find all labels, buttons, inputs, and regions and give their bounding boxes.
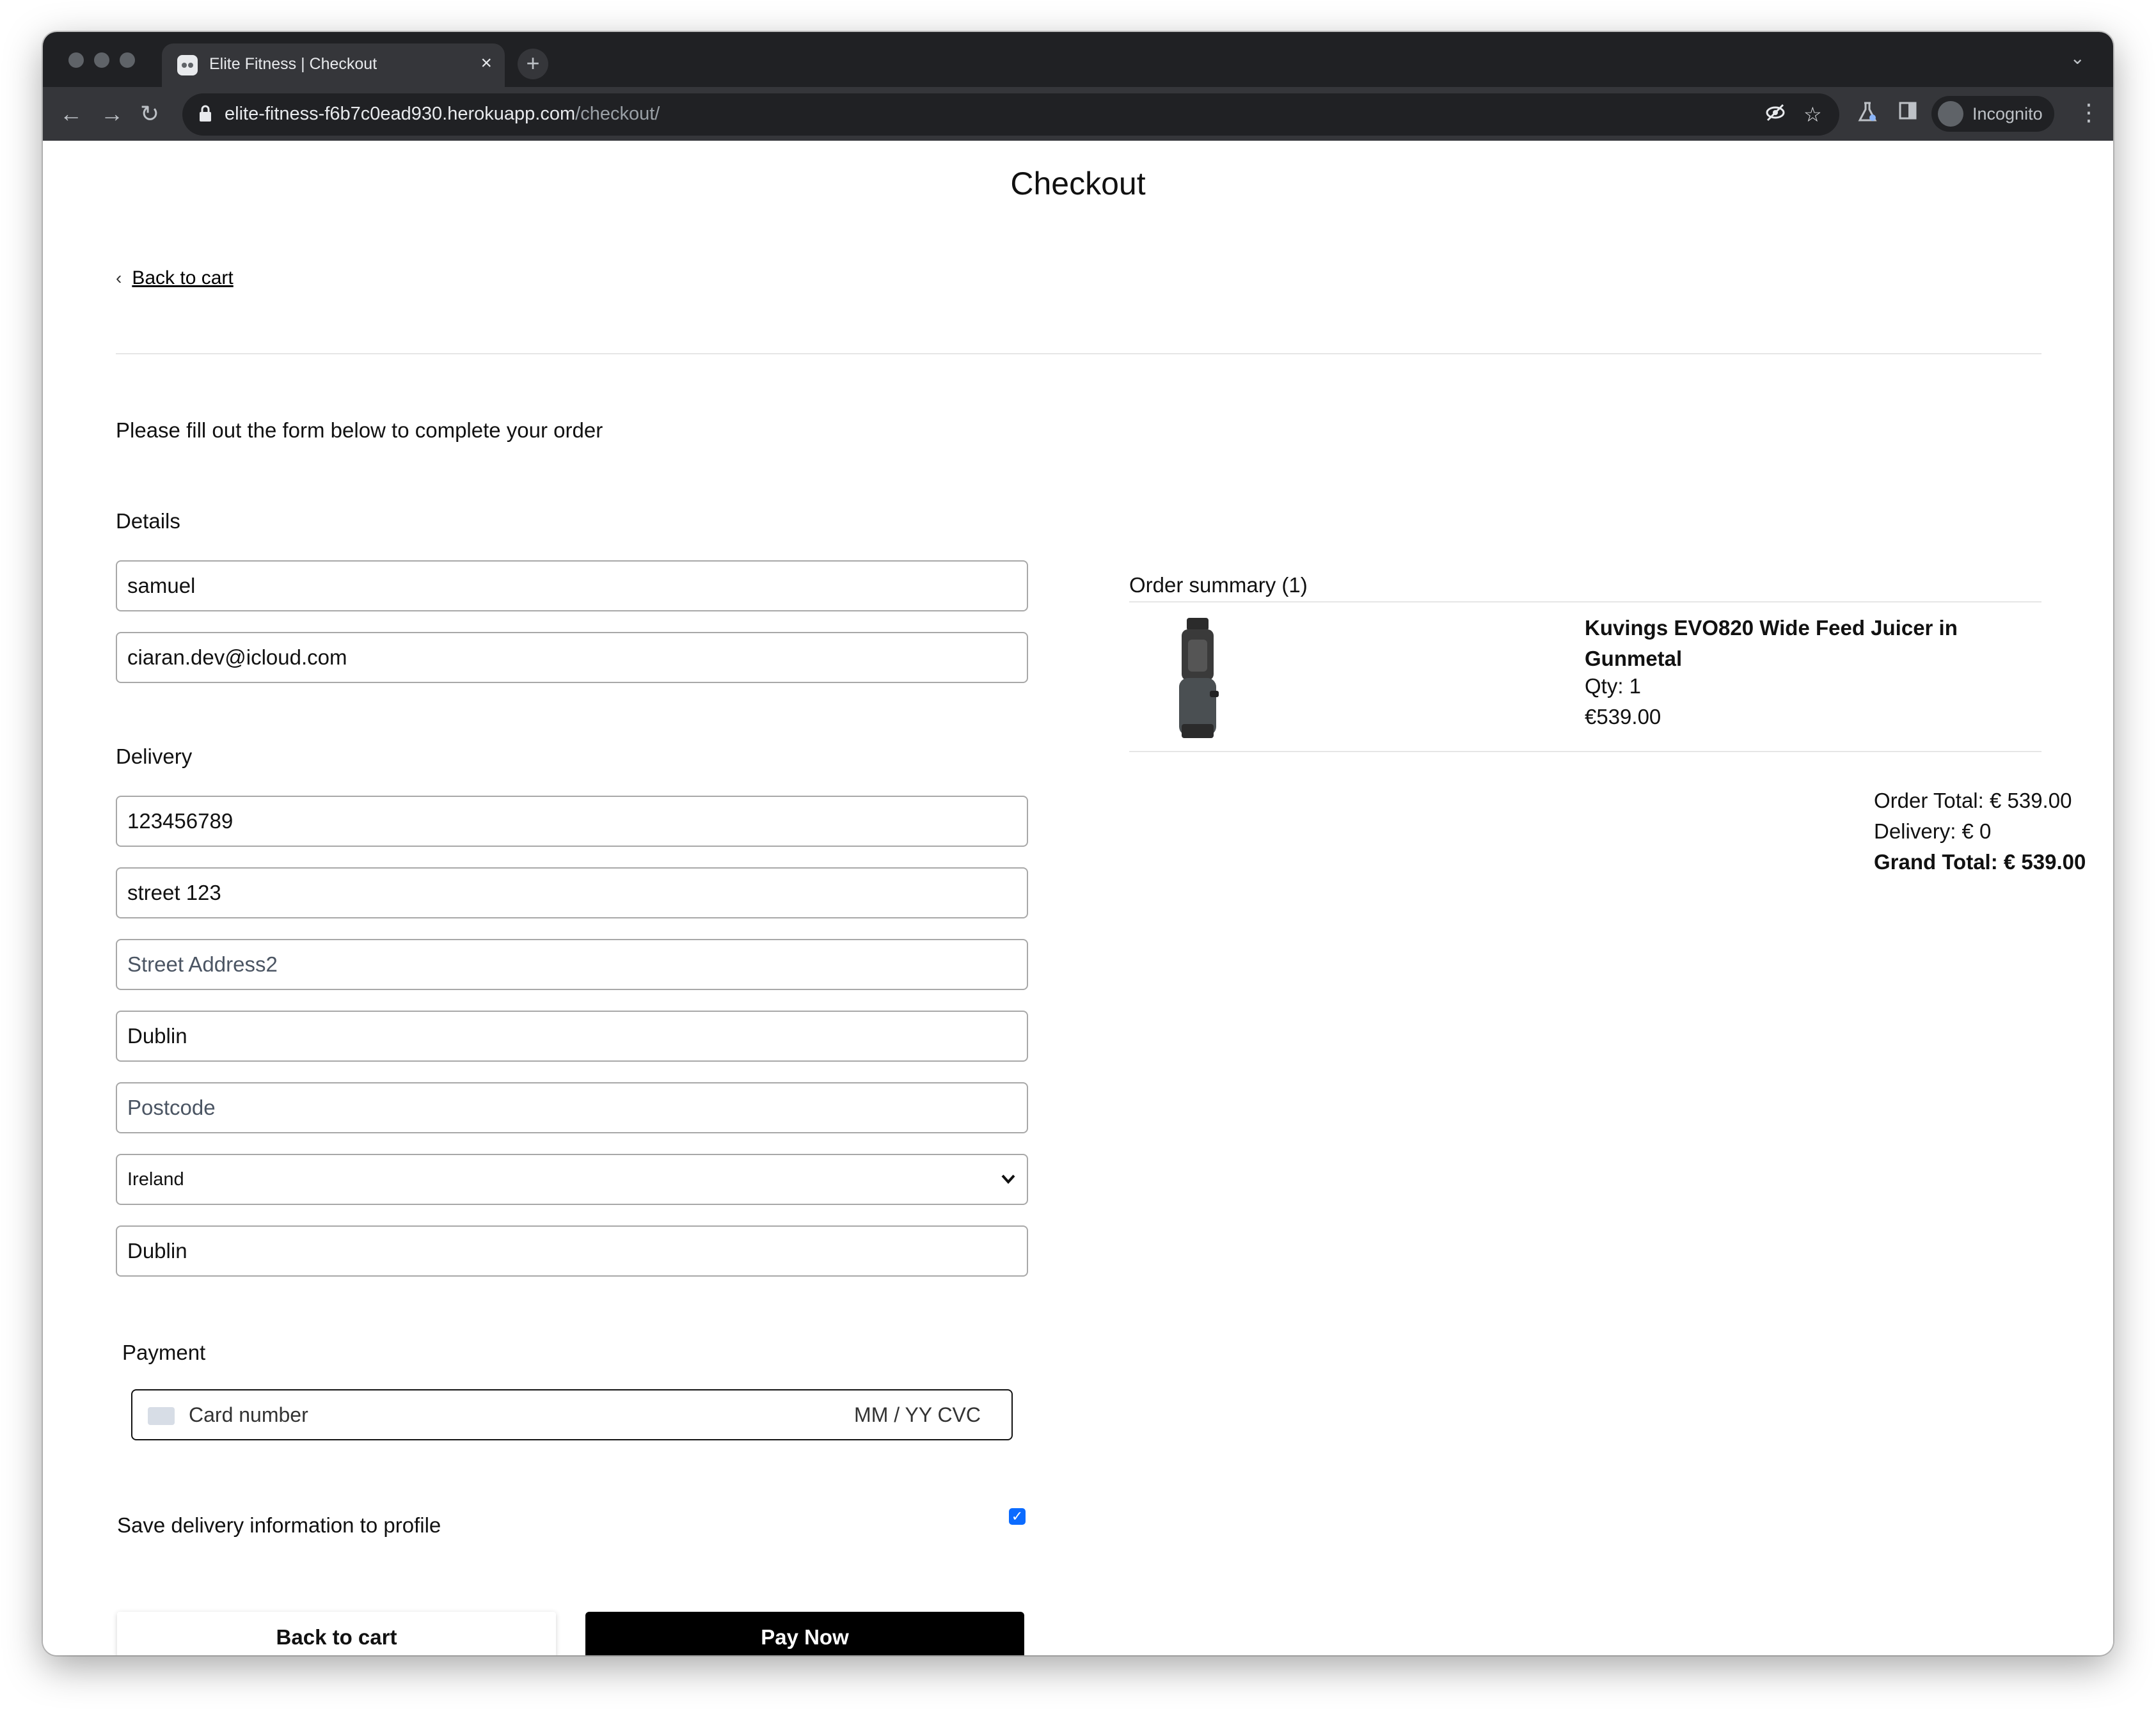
- close-tab-icon[interactable]: ×: [480, 52, 492, 74]
- grand-total: Grand Total: € 539.00: [1874, 850, 2086, 874]
- eye-off-icon[interactable]: [1765, 102, 1786, 128]
- street-address1-input[interactable]: street 123: [116, 867, 1028, 918]
- save-info-label: Save delivery information to profile: [117, 1513, 441, 1537]
- postcode-input[interactable]: Postcode: [116, 1082, 1028, 1133]
- address-bar[interactable]: elite-fitness-f6b7c0ead930.herokuapp.com…: [182, 93, 1839, 136]
- tab-search-chevron-icon[interactable]: ⌄: [2070, 47, 2085, 68]
- county-input[interactable]: Dublin: [116, 1225, 1028, 1277]
- back-to-cart-link[interactable]: ‹ Back to cart: [116, 267, 234, 289]
- incognito-profile-button[interactable]: Incognito: [1931, 96, 2054, 132]
- payment-heading: Payment: [122, 1341, 206, 1364]
- card-element[interactable]: Card number MM / YY CVC: [131, 1389, 1013, 1440]
- form-intro-text: Please fill out the form below to comple…: [116, 418, 603, 442]
- full-name-input[interactable]: samuel: [116, 560, 1028, 611]
- summary-divider-bottom: [1129, 751, 2041, 752]
- town-input[interactable]: Dublin: [116, 1011, 1028, 1062]
- divider: [116, 353, 2041, 354]
- country-value: Ireland: [127, 1169, 184, 1190]
- card-expiry-cvc-placeholder: MM / YY CVC: [854, 1403, 981, 1426]
- browser-tab[interactable]: Elite Fitness | Checkout ×: [162, 43, 505, 87]
- back-link-label: Back to cart: [132, 267, 234, 288]
- side-panel-icon[interactable]: [1898, 101, 1917, 125]
- product-name: Kuvings EVO820 Wide Feed Juicer in Gunme…: [1585, 616, 1958, 670]
- browser-menu-icon[interactable]: ⋮: [2077, 97, 2100, 128]
- product-qty: Qty: 1: [1585, 674, 1642, 698]
- browser-toolbar: ← → ↻ elite-fitness-f6b7c0ead930.herokua…: [43, 87, 2113, 141]
- incognito-label: Incognito: [1972, 104, 2043, 123]
- delivery-heading: Delivery: [116, 744, 193, 768]
- back-to-cart-button[interactable]: Back to cart: [117, 1612, 556, 1655]
- reload-icon[interactable]: ↻: [140, 98, 159, 129]
- back-arrow-icon[interactable]: ←: [59, 98, 83, 129]
- product-price: €539.00: [1585, 705, 1661, 728]
- browser-window: Elite Fitness | Checkout × + ⌄ ← → ↻ eli…: [43, 32, 2113, 1655]
- card-number-placeholder: Card number: [189, 1403, 308, 1426]
- email-input[interactable]: ciaran.dev@icloud.com: [116, 632, 1028, 683]
- forward-arrow-icon[interactable]: →: [100, 98, 123, 129]
- bookmark-star-icon[interactable]: ☆: [1803, 102, 1822, 127]
- incognito-icon: [1938, 101, 1963, 127]
- credit-card-icon: [148, 1407, 175, 1425]
- tab-title: Elite Fitness | Checkout: [209, 55, 377, 73]
- favicon-icon: [177, 55, 198, 75]
- chevron-left-icon: ‹: [116, 268, 122, 288]
- window-close-dot[interactable]: [68, 52, 84, 68]
- order-total: Order Total: € 539.00: [1874, 789, 2072, 812]
- summary-divider-top: [1129, 601, 2041, 602]
- phone-input[interactable]: 123456789: [116, 796, 1028, 847]
- new-tab-icon[interactable]: +: [518, 49, 548, 79]
- delivery-total: Delivery: € 0: [1874, 819, 1992, 843]
- street-address2-input[interactable]: Street Address2: [116, 939, 1028, 990]
- order-totals: Order Total: € 539.00 Delivery: € 0 Gran…: [1874, 785, 2086, 878]
- country-select[interactable]: Ireland: [116, 1154, 1028, 1205]
- labs-flask-icon[interactable]: [1857, 101, 1878, 128]
- details-heading: Details: [116, 509, 180, 533]
- chevron-down-icon: [1000, 1155, 1017, 1222]
- save-info-checkbox[interactable]: ✓: [1009, 1508, 1026, 1525]
- order-summary-heading: Order summary (1): [1129, 573, 1308, 597]
- page-title: Checkout: [1010, 166, 1146, 201]
- product-image[interactable]: [1162, 614, 1233, 742]
- lock-icon: [200, 105, 211, 122]
- window-maximize-dot[interactable]: [120, 52, 135, 68]
- url-text: elite-fitness-f6b7c0ead930.herokuapp.com…: [225, 104, 660, 124]
- window-minimize-dot[interactable]: [94, 52, 109, 68]
- tab-bar: Elite Fitness | Checkout × + ⌄: [43, 32, 2113, 87]
- checkout-page: Checkout ‹ Back to cart Please fill out t…: [43, 141, 2113, 1655]
- pay-now-button[interactable]: Pay Now: [585, 1612, 1024, 1655]
